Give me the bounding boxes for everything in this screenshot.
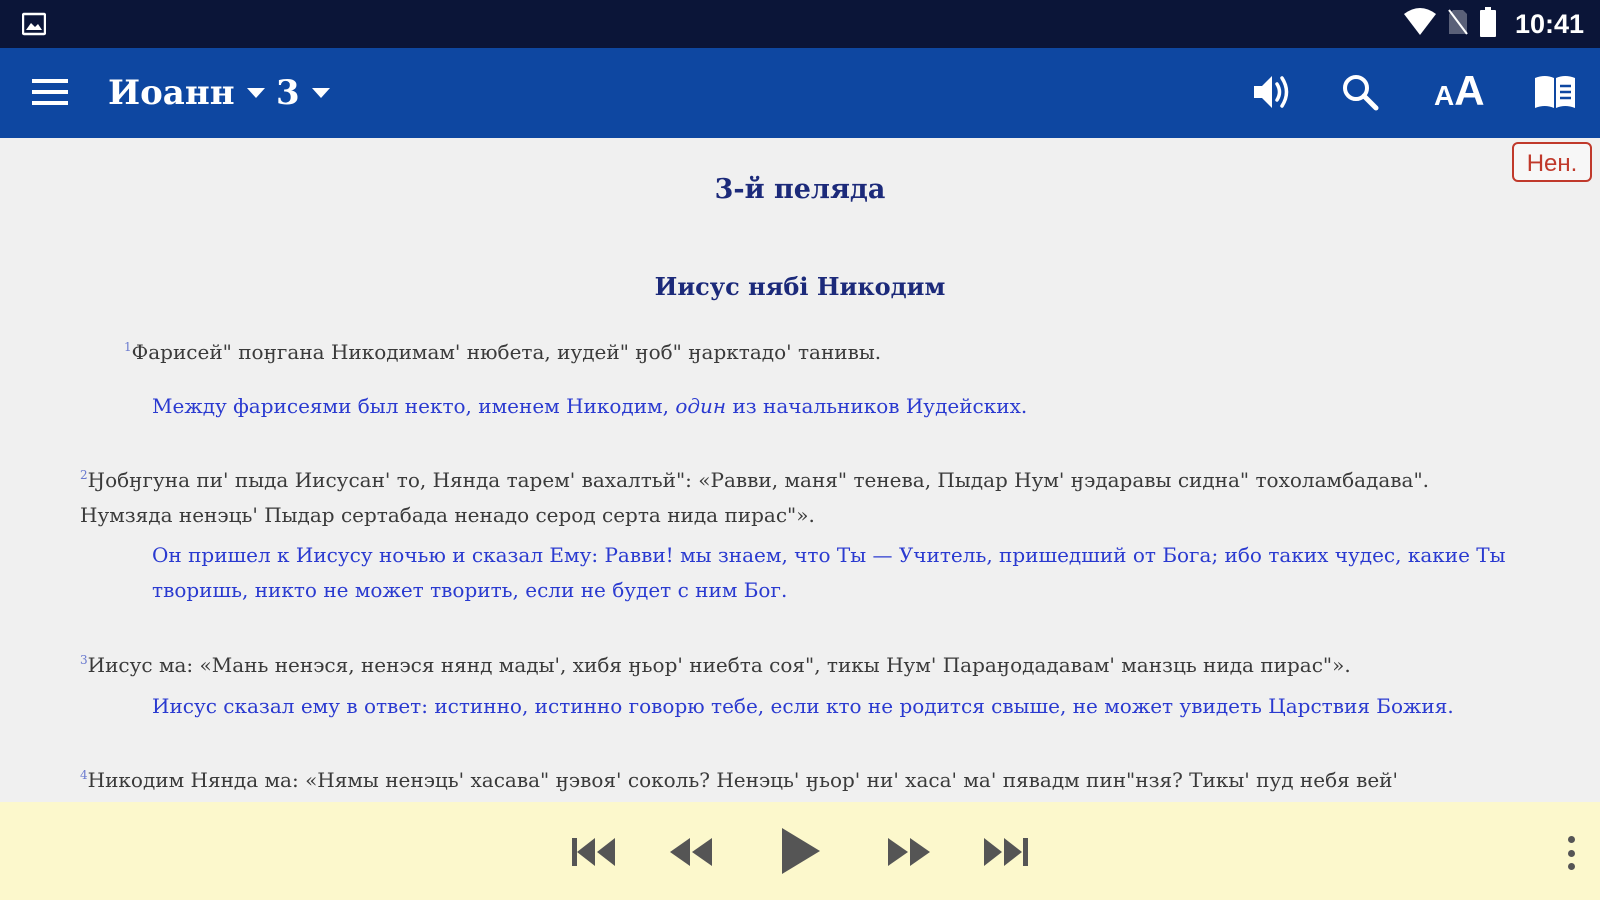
fast-forward-icon[interactable] (886, 832, 932, 876)
book-selector[interactable]: Иоанн (108, 68, 265, 118)
rewind-icon[interactable] (668, 832, 714, 876)
skip-previous-icon[interactable] (570, 832, 618, 876)
verse-number: 2 (80, 468, 88, 482)
gallery-icon (21, 12, 47, 40)
verse-translation[interactable]: Между фарисеями был некто, именем Никоди… (152, 389, 1552, 424)
verse-text[interactable]: 3Иисус ма: «Мань ненэся, ненэся нянд мад… (80, 643, 1525, 683)
search-button[interactable] (1340, 72, 1380, 116)
status-bar: 10:41 (0, 0, 1600, 48)
font-size-button[interactable]: AA (1434, 70, 1485, 112)
speaker-icon (1250, 70, 1294, 118)
verse-number: 1 (124, 340, 132, 354)
layout-button[interactable] (1533, 74, 1577, 114)
battery-icon (1479, 7, 1497, 41)
book-name: Иоанн (108, 73, 235, 113)
chapter-title: 3-й пелядa (714, 174, 886, 205)
reading-pane[interactable]: Нен. 3-й пелядa Иисус нябi Никодим 1Фари… (0, 138, 1600, 802)
wifi-icon (1403, 8, 1437, 40)
chapter-number: 3 (276, 73, 300, 113)
verse-translation[interactable]: Иисус сказал ему в ответ: истинно, истин… (152, 689, 1552, 724)
book-layout-icon (1533, 74, 1577, 114)
skip-next-icon[interactable] (982, 832, 1030, 876)
chevron-down-icon (311, 88, 330, 98)
verse-translation[interactable]: Он пришел к Иисусу ночью и сказал Ему: Р… (152, 538, 1522, 608)
menu-icon (30, 76, 70, 112)
menu-button[interactable] (30, 74, 74, 114)
font-size-icon: AA (1434, 67, 1485, 114)
section-title: Иисус нябi Никодим (654, 272, 946, 301)
more-vert-icon[interactable] (1566, 836, 1576, 870)
app-toolbar: Иоанн 3 AA (0, 48, 1600, 138)
audio-button[interactable] (1250, 70, 1294, 118)
verse-number: 3 (80, 653, 88, 667)
verse-text[interactable]: 4Никодим Нянда ма: «Нямы ненэць' хасава"… (80, 758, 1525, 798)
audio-player (0, 802, 1600, 900)
search-icon (1340, 72, 1380, 116)
no-sim-icon (1447, 8, 1469, 40)
chevron-down-icon (246, 88, 265, 98)
verse-number: 4 (80, 768, 88, 782)
verse-text[interactable]: 1Фарисей" поӈгана Никодимам' нюбета, иуд… (124, 330, 1544, 370)
verse-text[interactable]: 2Ӈобӈгуна пи' пыда Иисусан' то, Нянда та… (80, 458, 1525, 533)
chapter-selector[interactable]: 3 (276, 68, 330, 118)
play-icon[interactable] (778, 826, 822, 880)
status-time: 10:41 (1514, 8, 1584, 39)
